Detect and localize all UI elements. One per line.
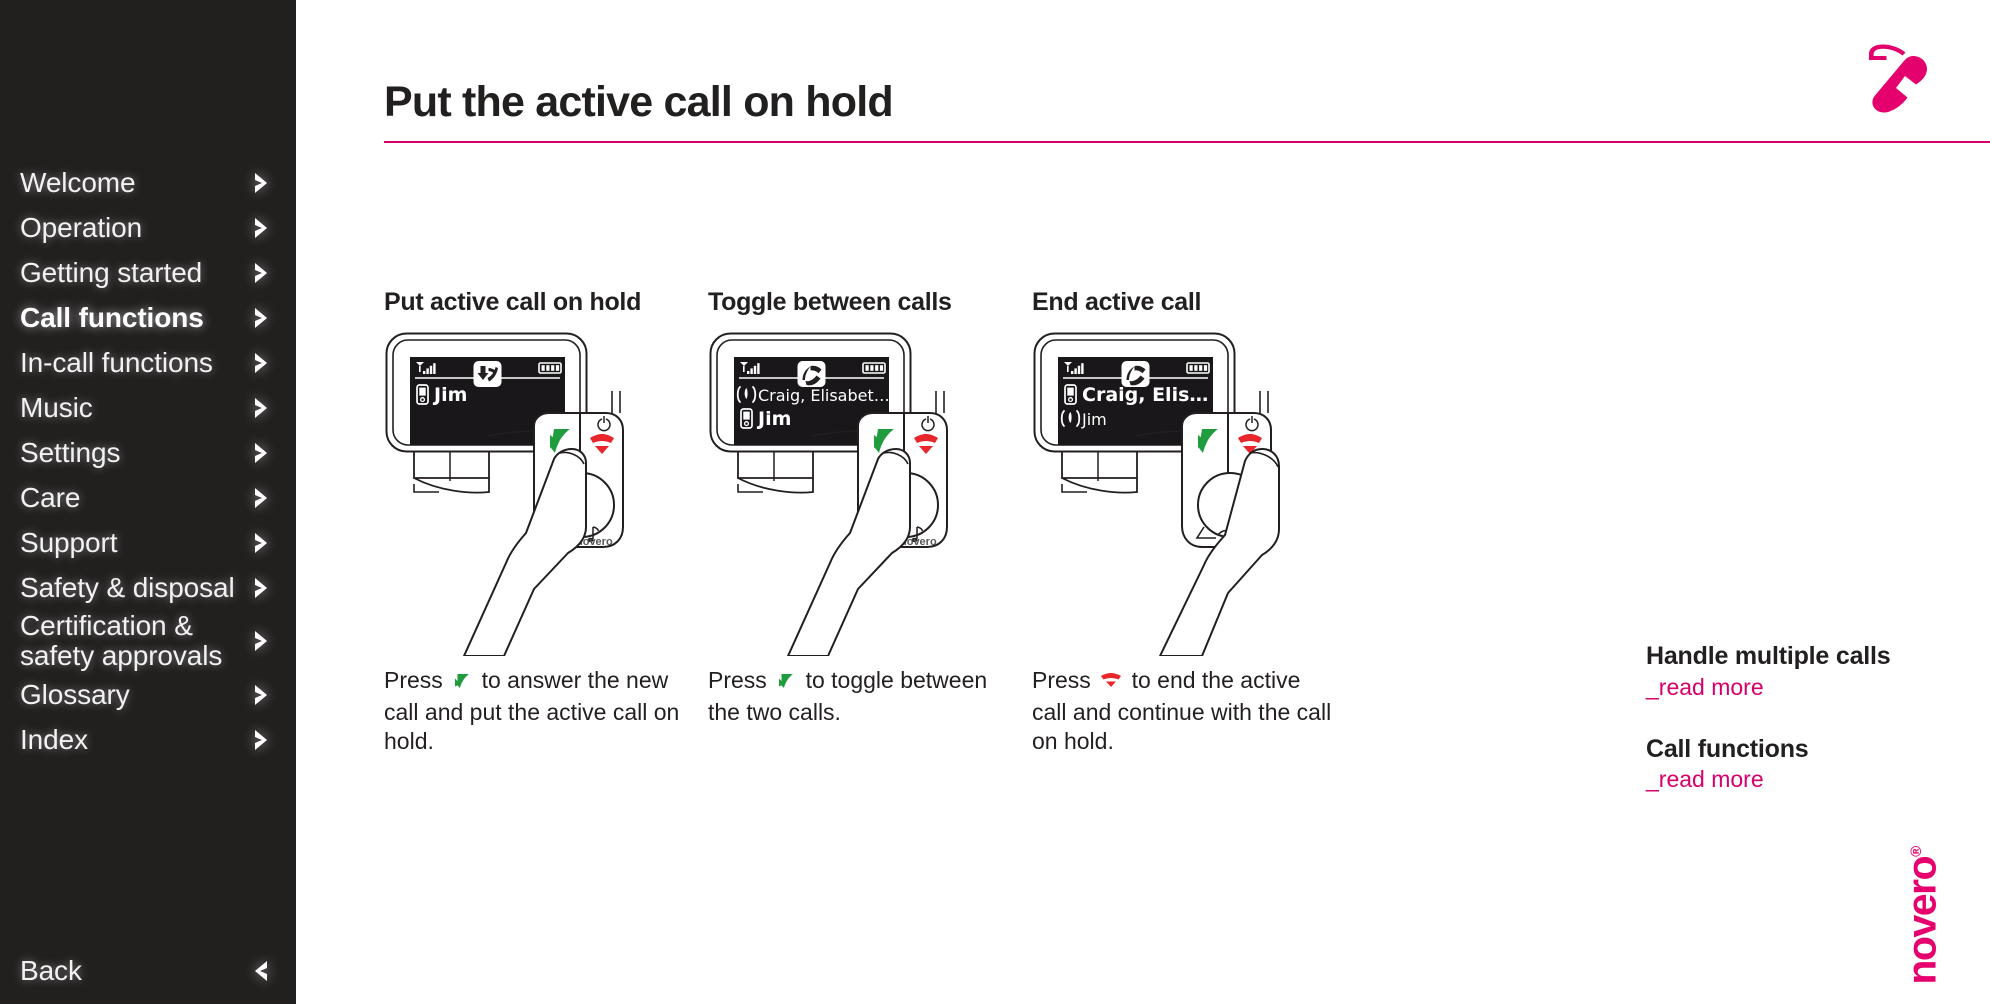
sidebar-item-safety-disposal[interactable]: Safety & disposal <box>0 565 296 610</box>
chevron-right-icon <box>255 684 267 705</box>
phone-handset-icon <box>1869 44 1927 113</box>
chevron-right-icon <box>255 487 267 508</box>
headset-device-illustration: Craig, Elisabet…Jimnovero <box>709 332 948 656</box>
caption-pre: Press <box>708 667 767 693</box>
content-area: Put the active call on hold Put active c… <box>296 0 1990 1004</box>
pointing-finger <box>787 448 911 656</box>
call-line: Craig, Elisabet… <box>736 386 890 405</box>
sidebar-nav: Welcome Operation Getting started Call func… <box>0 160 296 762</box>
sidebar-item-music[interactable]: Music <box>0 385 296 430</box>
incoming-call-icon <box>473 361 502 387</box>
sidebar-item-call-functions[interactable]: Call functions <box>0 295 296 340</box>
green-call-key-icon <box>775 669 797 698</box>
headset-device-illustration: Craig, Elis…Jimnovero <box>1033 332 1280 656</box>
chevron-right-icon <box>255 577 267 598</box>
chevron-left-icon <box>255 961 267 981</box>
read-more-link[interactable]: _read more <box>1646 766 1976 793</box>
novero-logo: novero® <box>1899 828 1945 1004</box>
chevron-right-icon <box>255 532 267 553</box>
column-title: Put active call on hold <box>384 288 642 316</box>
call-line-label: Jim <box>1081 410 1107 429</box>
caption-pre: Press <box>384 667 443 693</box>
instruction-column: End active call Craig, Elis…Jimnovero Pr… <box>1032 288 1352 757</box>
sidebar-item-label: Music <box>20 391 93 423</box>
sidebar: Welcome Operation Getting started Call func… <box>0 0 296 1004</box>
call-line-label: Craig, Elis… <box>1082 384 1208 406</box>
sidebar-item-glossary[interactable]: Glossary <box>0 672 296 717</box>
red-end-key-icon <box>1099 669 1123 698</box>
sidebar-item-operation[interactable]: Operation <box>0 205 296 250</box>
headset-device-illustration: Jimnovero <box>385 332 624 656</box>
sidebar-item-welcome[interactable]: Welcome <box>0 160 296 205</box>
call-line-label: Jim <box>756 408 791 430</box>
sidebar-item-index[interactable]: Index <box>0 717 296 762</box>
device-illustration: Jim novero <box>384 331 704 656</box>
sidebar-item-label: Care <box>20 481 81 513</box>
sidebar-back-button[interactable]: Back <box>0 948 296 994</box>
chevron-right-icon <box>255 729 267 750</box>
sidebar-item-label: Settings <box>20 436 121 468</box>
sidebar-item-care[interactable]: Care <box>0 475 296 520</box>
sidebar-item-label: Call functions <box>20 301 204 333</box>
chevron-right-icon <box>255 631 267 651</box>
sidebar-item-getting-started[interactable]: Getting started <box>0 250 296 295</box>
sidebar-item-support[interactable]: Support <box>0 520 296 565</box>
call-line: Craig, Elis… <box>1064 384 1208 406</box>
caption-pre: Press <box>1032 667 1091 693</box>
chevron-right-icon <box>255 307 267 328</box>
sidebar-item-label: Index <box>20 723 88 755</box>
sidebar-item-settings[interactable]: Settings <box>0 430 296 475</box>
related-link-title: Call functions <box>1646 734 1809 763</box>
pointing-finger <box>463 448 587 656</box>
sidebar-item-label: Support <box>20 526 118 558</box>
sidebar-item-label: Safety & disposal <box>20 571 235 603</box>
sidebar-item-label: Certification & safety approvals <box>20 610 223 671</box>
related-link-block: Handle multiple calls _read more <box>1646 642 1976 701</box>
page-title: Put the active call on hold <box>384 78 894 126</box>
instruction-column: Toggle between calls Craig, Elisabet… Jim… <box>708 288 1028 727</box>
title-divider <box>384 141 1990 143</box>
sidebar-item-label: Glossary <box>20 678 130 710</box>
chevron-right-icon <box>255 352 267 373</box>
column-caption: Press to toggle between the two calls. <box>708 666 1008 727</box>
column-caption: Press to answer the new call and put the… <box>384 666 684 757</box>
instruction-column: Put active call on hold Jim novero Press … <box>384 288 704 757</box>
read-more-link[interactable]: _read more <box>1646 674 1976 701</box>
call-line-label: Jim <box>432 384 467 406</box>
sidebar-item-in-call-functions[interactable]: In-call functions <box>0 340 296 385</box>
chevron-right-icon <box>255 262 267 283</box>
device-illustration: Craig, Elis…Jimnovero <box>1032 331 1352 656</box>
sidebar-item-certification-safety-approvals[interactable]: Certification & safety approvals <box>0 610 296 672</box>
novero-logo-text: novero® <box>1898 847 1945 985</box>
chevron-right-icon <box>255 397 267 418</box>
related-links-rail: Handle multiple calls _read more Call fu… <box>1646 642 1976 827</box>
chevron-right-icon <box>255 172 267 193</box>
chevron-right-icon <box>255 442 267 463</box>
column-title: End active call <box>1032 288 1202 316</box>
green-call-key-icon <box>451 669 473 698</box>
active-call-icon <box>797 361 826 387</box>
sidebar-item-label: Operation <box>20 211 143 243</box>
sidebar-item-label: Getting started <box>20 256 203 288</box>
sidebar-item-label: In-call functions <box>20 346 213 378</box>
device-illustration: Craig, Elisabet… Jim novero <box>708 331 1028 656</box>
sidebar-back-label: Back <box>20 955 82 987</box>
column-title: Toggle between calls <box>708 288 952 316</box>
chevron-right-icon <box>255 217 267 238</box>
sidebar-item-label: Welcome <box>20 166 136 198</box>
column-caption: Press to end the active call and continu… <box>1032 666 1332 757</box>
call-line-label: Craig, Elisabet… <box>758 386 890 405</box>
related-link-title: Handle multiple calls <box>1646 642 1891 670</box>
related-link-block: Call functions _read more <box>1646 735 1976 794</box>
